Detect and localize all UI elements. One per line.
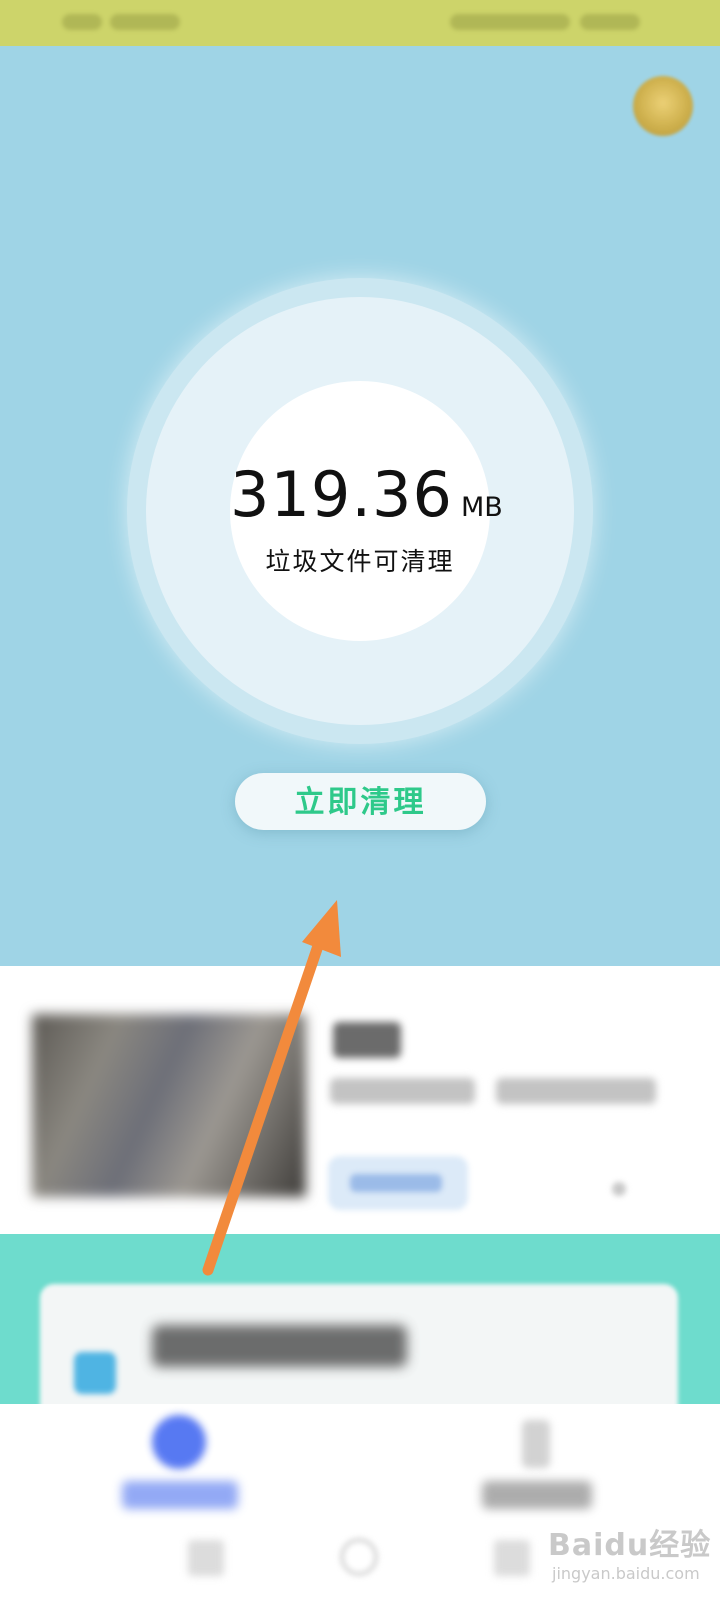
junk-size: 319.36 MB xyxy=(230,458,503,531)
junk-size-unit: MB xyxy=(460,492,503,523)
news-desc-blurred-2 xyxy=(496,1078,656,1104)
news-desc-blurred xyxy=(330,1078,475,1104)
recent-apps-icon[interactable] xyxy=(494,1540,530,1576)
nav-clean-icon[interactable] xyxy=(152,1415,206,1469)
home-icon[interactable] xyxy=(340,1538,378,1576)
news-action-label-blurred xyxy=(350,1174,442,1192)
nav-clean-label-blurred[interactable] xyxy=(122,1481,238,1509)
status-icons-left xyxy=(110,14,180,30)
avatar-icon[interactable] xyxy=(633,76,693,136)
back-icon[interactable] xyxy=(188,1540,224,1576)
watermark-url: jingyan.baidu.com xyxy=(552,1564,700,1583)
feature-icon xyxy=(74,1352,116,1394)
news-title-blurred xyxy=(333,1022,401,1058)
junk-size-label: 垃圾文件可清理 xyxy=(265,547,455,576)
feature-title-blurred xyxy=(152,1325,407,1367)
status-bar xyxy=(0,0,720,46)
battery-icon xyxy=(580,14,640,30)
clean-now-button[interactable]: 立即清理 xyxy=(235,773,486,830)
junk-size-value: 319.36 xyxy=(230,458,453,531)
nav-tools-label-blurred[interactable] xyxy=(482,1481,592,1509)
watermark-logo-text: Baidu经验 xyxy=(548,1528,712,1563)
status-icons-right xyxy=(450,14,570,30)
close-icon[interactable] xyxy=(612,1182,626,1196)
news-thumbnail[interactable] xyxy=(32,1014,306,1197)
signal-icon xyxy=(62,14,102,30)
nav-tools-icon[interactable] xyxy=(522,1420,550,1468)
baidu-watermark: Baidu经验 jingyan.baidu.com xyxy=(548,1520,720,1590)
